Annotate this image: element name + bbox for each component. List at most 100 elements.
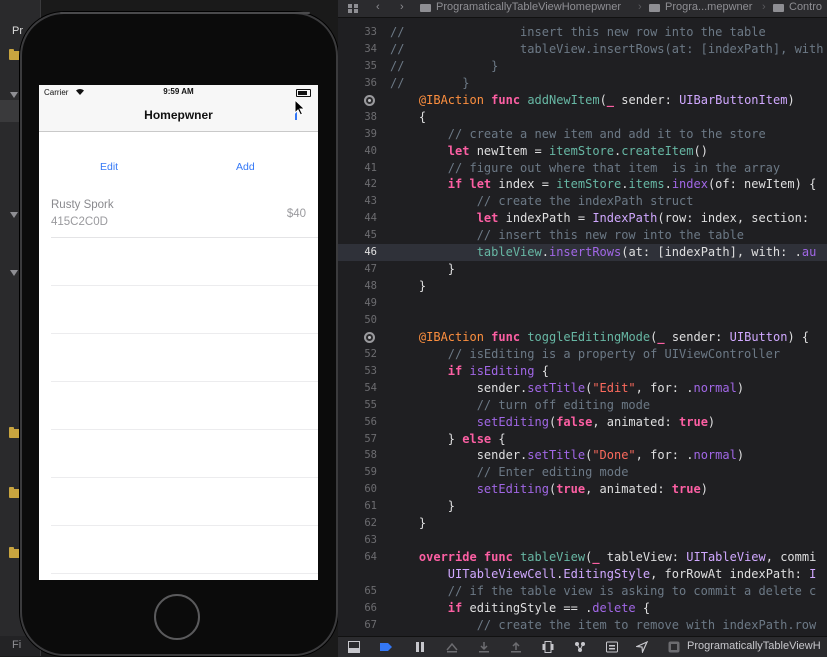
simulate-location-icon[interactable] — [636, 641, 648, 653]
disclosure-triangle-icon[interactable] — [10, 92, 18, 98]
code-line[interactable]: 48 } — [338, 278, 827, 295]
empty-table-row — [51, 478, 318, 526]
project-root-label[interactable]: Pr — [12, 25, 23, 37]
item-value: $40 — [286, 208, 306, 220]
code-line[interactable]: 43 // create the indexPath struct — [338, 193, 827, 210]
ibaction-connection-icon[interactable] — [364, 94, 375, 106]
line-number: 49 — [364, 297, 377, 309]
simulator-screen: Carrier 9:59 AM Homepwner Edit Add Rusty… — [39, 85, 318, 580]
disclosure-triangle-icon[interactable] — [10, 212, 18, 218]
code-line[interactable]: UITableViewCell.EditingStyle, forRowAt i… — [338, 566, 827, 583]
code-line[interactable]: 42 if let index = itemStore.items.index(… — [338, 176, 827, 193]
line-number: 41 — [364, 161, 377, 174]
code-text: sender.setTitle("Done", for: .normal) — [390, 448, 745, 463]
code-line[interactable]: 60 setEditing(true, animated: true) — [338, 481, 827, 498]
code-text: setEditing(true, animated: true) — [476, 482, 708, 497]
step-into-icon[interactable] — [478, 641, 490, 653]
code-line[interactable]: 64 override func tableView(_ tableView: … — [338, 549, 827, 566]
line-number: 59 — [364, 466, 377, 479]
code-line[interactable]: 33 // insert this new row into the table — [338, 24, 827, 41]
status-clock: 9:59 AM — [163, 87, 194, 96]
code-line[interactable]: 50 — [338, 312, 827, 329]
code-line[interactable]: 53 if isEditing { — [338, 363, 827, 380]
code-line[interactable]: 54 sender.setTitle("Edit", for: .normal) — [338, 380, 827, 397]
item-name: Rusty Spork — [51, 199, 114, 211]
code-text: } — [390, 499, 456, 514]
code-line[interactable]: 63 — [338, 532, 827, 549]
code-line[interactable]: 65 // if the table view is asking to com… — [338, 583, 827, 600]
add-button[interactable]: Add — [236, 161, 255, 173]
line-number: 57 — [364, 432, 377, 445]
code-text: // insert this new row into the table — [476, 228, 745, 243]
code-line[interactable]: 67 // create the item to remove with ind… — [338, 617, 827, 634]
code-line[interactable]: 46 tableView.insertRows(at: [indexPath],… — [338, 244, 827, 262]
line-number: 60 — [364, 483, 377, 496]
code-text: tableView.insertRows(at: [indexPath], wi… — [476, 245, 817, 260]
code-text: if isEditing { — [447, 363, 549, 378]
code-line[interactable]: 35 // } — [338, 58, 827, 75]
item-serial: 415C2C0D — [51, 216, 108, 228]
code-line[interactable]: 52 // isEditing is a property of UIViewC… — [338, 346, 827, 363]
breakpoints-toggle-icon[interactable] — [380, 641, 392, 653]
line-number: 61 — [364, 500, 377, 513]
step-out-icon[interactable] — [510, 641, 522, 653]
environment-overrides-icon[interactable] — [606, 641, 618, 653]
code-line[interactable]: 38 { — [338, 109, 827, 126]
empty-table-row — [51, 526, 318, 574]
items-table[interactable]: Rusty Spork 415C2C0D $40 — [39, 190, 318, 574]
code-line[interactable]: 44 let indexPath = IndexPath(row: index,… — [338, 210, 827, 227]
code-line[interactable]: 36 // } — [338, 75, 827, 92]
ibaction-connection-icon[interactable] — [364, 331, 375, 343]
code-line[interactable]: 56 setEditing(false, animated: true) — [338, 414, 827, 431]
jump-crumb-folder[interactable]: Progra...mepwner — [665, 1, 752, 13]
project-icon — [420, 4, 431, 12]
code-line[interactable]: 34 // tableView.insertRows(at: [indexPath… — [338, 41, 827, 58]
pause-icon[interactable] — [414, 641, 426, 653]
related-items-icon[interactable] — [348, 4, 358, 13]
line-number: 65 — [364, 584, 377, 597]
code-line[interactable]: 41 // figure out where that item is in t… — [338, 160, 827, 177]
back-arrow-icon[interactable]: ‹ — [376, 1, 380, 13]
forward-arrow-icon[interactable]: › — [400, 1, 404, 13]
code-line[interactable]: 58 sender.setTitle("Done", for: .normal) — [338, 447, 827, 464]
home-button[interactable] — [154, 594, 200, 640]
navigation-bar: Homepwner — [39, 99, 318, 132]
debug-bar: ProgramaticallyTableViewH — [338, 636, 827, 657]
code-line[interactable]: 49 — [338, 295, 827, 312]
hide-debug-area-icon[interactable] — [348, 641, 360, 653]
step-over-icon[interactable] — [446, 641, 458, 653]
jump-crumb-group[interactable]: Contro — [789, 1, 822, 13]
line-number: 38 — [364, 110, 377, 123]
code-editor[interactable]: ‹ › ProgramaticallyTableViewHomepwner › … — [338, 0, 827, 657]
code-line[interactable]: @IBAction func addNewItem(_ sender: UIBa… — [338, 92, 827, 109]
line-number: 62 — [364, 517, 377, 530]
code-text: // create a new item and add it to the s… — [447, 126, 766, 141]
line-number: 56 — [364, 415, 377, 428]
code-line[interactable]: 39 // create a new item and add it to th… — [338, 126, 827, 143]
code-line[interactable]: @IBAction func toggleEditingMode(_ sende… — [338, 329, 827, 346]
code-line[interactable]: 61 } — [338, 498, 827, 515]
jump-crumb-project[interactable]: ProgramaticallyTableViewHomepwner — [436, 1, 621, 13]
source-code[interactable]: 33// insert this new row into the table 3… — [338, 24, 827, 634]
code-line[interactable]: 59 // Enter editing mode — [338, 464, 827, 481]
code-line[interactable]: 66 if editingStyle == .delete { — [338, 600, 827, 617]
code-line[interactable]: 57 } else { — [338, 431, 827, 448]
disclosure-triangle-icon[interactable] — [10, 270, 18, 276]
view-hierarchy-icon[interactable] — [542, 641, 554, 653]
memory-graph-icon[interactable] — [574, 641, 586, 653]
table-row[interactable]: Rusty Spork 415C2C0D $40 — [51, 190, 318, 238]
code-line[interactable]: 45 // insert this new row into the table — [338, 227, 827, 244]
line-number: 52 — [364, 347, 377, 360]
code-line[interactable]: 62 } — [338, 515, 827, 532]
empty-table-row — [51, 382, 318, 430]
line-number: 55 — [364, 398, 377, 411]
crumb-separator-icon: › — [762, 1, 766, 13]
code-text: // if the table view is asking to commit… — [447, 583, 817, 598]
code-line[interactable]: 47 } — [338, 261, 827, 278]
line-number: 36 — [364, 76, 377, 89]
debug-scheme-label[interactable]: ProgramaticallyTableViewH — [687, 640, 821, 652]
edit-button[interactable]: Edit — [100, 161, 118, 173]
code-line[interactable]: 40 let newItem = itemStore.createItem() — [338, 143, 827, 160]
code-line[interactable]: 55 // turn off editing mode — [338, 397, 827, 414]
code-text: override func tableView(_ tableView: UIT… — [418, 550, 817, 565]
